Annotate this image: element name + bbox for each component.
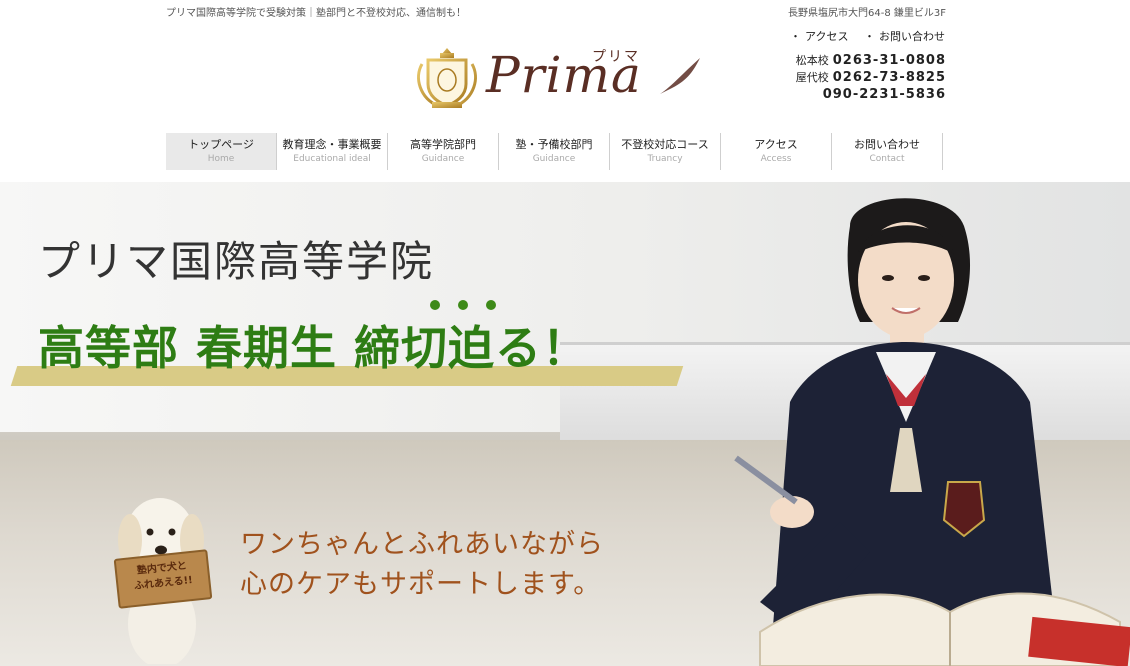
emphasis-dots — [430, 300, 510, 312]
nav-label: 不登校対応コース — [621, 138, 709, 151]
global-nav: トップページ Home 教育理念・事業概要 Educational ideal 高等… — [166, 133, 943, 170]
nav-item-cram-school[interactable]: 塾・予備校部門 Guidance — [499, 133, 610, 170]
toplink-contact[interactable]: ・お問い合わせ — [864, 30, 945, 43]
header-tagline: プリマ国際高等学院で受験対策｜塾部門と不登校対応、通信制も！ — [166, 8, 466, 19]
nav-label: お問い合わせ — [854, 138, 920, 151]
site-header: プリマ国際高等学院で受験対策｜塾部門と不登校対応、通信制も！ 長野県塩尻市大門6… — [0, 0, 1130, 182]
phone-number: 090-2231-5836 — [822, 87, 946, 102]
nav-sublabel: Contact — [869, 154, 905, 164]
nav-label: 塾・予備校部門 — [515, 138, 593, 151]
nav-label: トップページ — [188, 138, 254, 151]
hero-catch-line-2: 心のケアもサポートします。 — [240, 569, 602, 600]
nav-sublabel: Guidance — [532, 154, 576, 164]
nav-sublabel: Access — [760, 154, 792, 164]
nav-label: 教育理念・事業概要 — [282, 138, 382, 151]
phone-label: 松本校 — [795, 54, 829, 67]
nav-sublabel: Guidance — [421, 154, 465, 164]
bullet-icon: ・ — [790, 30, 802, 43]
phone-yashiro[interactable]: 屋代校 0262-73-8825 — [796, 69, 946, 86]
header-address: 長野県塩尻市大門64-8 鎌里ビル3F — [788, 8, 946, 19]
phone-number: 0262-73-8825 — [832, 70, 946, 85]
phone-list: 松本校 0263-31-0808 屋代校 0262-73-8825 090-2231… — [796, 52, 946, 103]
nav-sublabel: Truancy — [647, 154, 683, 164]
feather-icon — [660, 58, 700, 94]
toplink-contact-label: お問い合わせ — [879, 30, 945, 43]
hero-catch-line-1: ワンちゃんとふれあいながら — [240, 529, 604, 560]
nav-item-ideal[interactable]: 教育理念・事業概要 Educational ideal — [277, 133, 388, 170]
phone-matsumoto[interactable]: 松本校 0263-31-0808 — [796, 52, 946, 69]
nav-item-highschool[interactable]: 高等学院部門 Guidance — [388, 133, 499, 170]
toplink-access-label: アクセス — [805, 30, 849, 43]
student-illustration — [734, 198, 1130, 666]
emphasis-dot — [458, 300, 468, 310]
logo-furigana: プリマ — [592, 49, 640, 65]
nav-item-access[interactable]: アクセス Access — [721, 133, 832, 170]
phone-number: 0263-31-0808 — [832, 53, 946, 68]
nav-item-home[interactable]: トップページ Home — [166, 133, 277, 170]
nav-item-truancy[interactable]: 不登校対応コース Truancy — [610, 133, 721, 170]
nav-label: アクセス — [754, 138, 798, 151]
nav-sublabel: Home — [207, 154, 235, 164]
hero-headline: 高等部 春期生 締切迫る！ — [38, 321, 590, 375]
site-logo[interactable]: Prima プリマ — [412, 44, 712, 114]
phone-label: 屋代校 — [795, 71, 829, 84]
header-toplinks: ・アクセス ・お問い合わせ — [778, 28, 945, 44]
phone-mobile[interactable]: 090-2231-5836 — [796, 86, 946, 103]
nav-item-contact[interactable]: お問い合わせ Contact — [832, 133, 943, 170]
emphasis-dot — [430, 300, 440, 310]
hero-banner[interactable]: プリマ国際高等学院 高等部 春期生 締切迫る！ ワンちゃんとふれあいながら 心の… — [0, 182, 1130, 666]
bullet-icon: ・ — [864, 30, 875, 43]
dog-sign: 塾内で犬と ふれあえる!! — [113, 549, 213, 609]
crest-icon — [417, 48, 477, 108]
emphasis-dot — [486, 300, 496, 310]
toplink-access[interactable]: ・アクセス — [790, 30, 848, 43]
hero-school-name: プリマ国際高等学院 — [38, 237, 435, 286]
nav-label: 高等学院部門 — [410, 138, 476, 151]
nav-sublabel: Educational ideal — [293, 154, 371, 164]
